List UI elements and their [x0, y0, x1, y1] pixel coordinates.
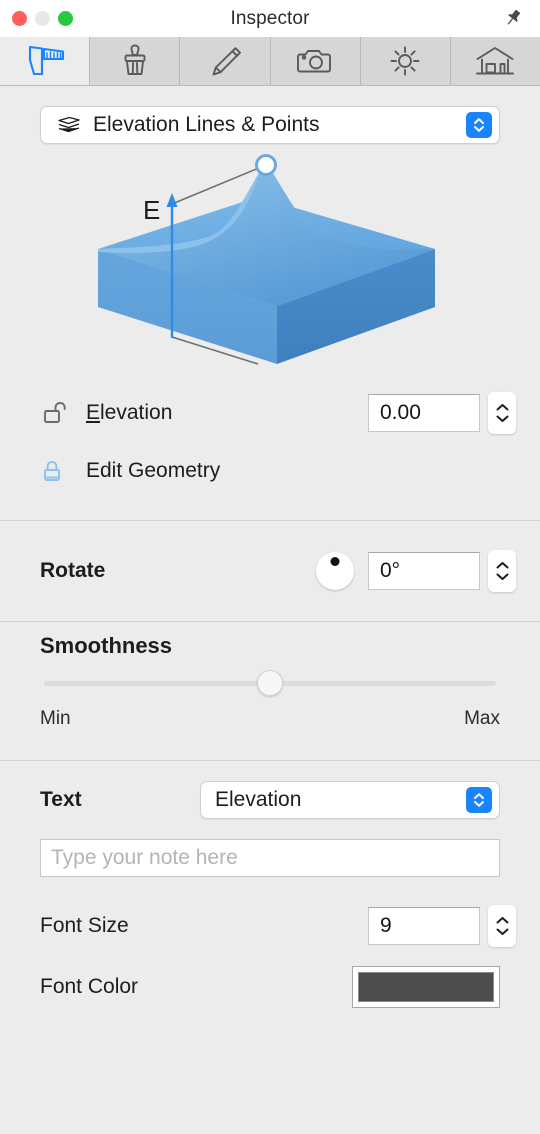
- pushpin-icon: [507, 9, 521, 25]
- rotate-knob[interactable]: [316, 552, 354, 590]
- chevron-down-icon: [496, 928, 508, 935]
- smoothness-slider-track: [44, 670, 496, 696]
- pin-button[interactable]: [500, 5, 526, 31]
- layer-popup-button[interactable]: Elevation Lines & Points: [40, 106, 500, 144]
- font-size-row: Font Size 9: [0, 895, 540, 957]
- chevron-up-icon: [496, 404, 508, 411]
- smoothness-slider[interactable]: [0, 670, 540, 696]
- edit-geometry-row[interactable]: Edit Geometry: [0, 442, 540, 500]
- font-color-label: Font Color: [40, 975, 139, 998]
- locked-padlock-icon: [40, 456, 86, 486]
- chevron-up-icon: [496, 562, 508, 569]
- tab-pencil[interactable]: [180, 37, 271, 85]
- font-size-label: Font Size: [40, 914, 129, 937]
- caliper-icon: [28, 45, 64, 76]
- font-size-field-group: 9: [368, 905, 516, 947]
- font-color-well[interactable]: [352, 966, 500, 1008]
- layer-popup-value: Elevation Lines & Points: [93, 113, 320, 136]
- chevron-down-icon: [496, 573, 508, 580]
- rotate-input[interactable]: 0°: [368, 552, 480, 590]
- smoothness-title-row: Smoothness: [0, 622, 540, 670]
- font-size-input[interactable]: 9: [368, 907, 480, 945]
- tab-caliper[interactable]: [0, 37, 91, 85]
- inspector-panel: Elevation Lines & Points E Elevation 0.0…: [0, 86, 540, 1134]
- chevron-up-icon: [496, 917, 508, 924]
- elevation-arrow-label: E: [143, 195, 160, 225]
- tabbar: [0, 37, 540, 86]
- tab-camera[interactable]: [270, 37, 361, 85]
- unlocked-padlock-icon[interactable]: [40, 398, 86, 428]
- chevron-updown-icon: [466, 112, 492, 138]
- elevation-stepper[interactable]: [488, 392, 516, 434]
- text-row: Text Elevation: [0, 761, 540, 839]
- tab-sun[interactable]: [360, 37, 451, 85]
- terrain-svg: E: [98, 154, 435, 365]
- smoothness-range-labels: Min Max: [0, 708, 540, 730]
- layers-icon: [58, 116, 80, 133]
- tab-brush[interactable]: [90, 37, 181, 85]
- text-popup-value: Elevation: [215, 788, 302, 811]
- smoothness-min-label: Min: [40, 708, 71, 729]
- elevation-row: Elevation 0.00: [0, 384, 540, 442]
- rotate-label: Rotate: [40, 559, 106, 582]
- sun-icon: [390, 46, 420, 76]
- window-title: Inspector: [230, 7, 310, 29]
- elevation-label: Elevation: [86, 401, 368, 425]
- titlebar: Inspector: [0, 0, 540, 37]
- font-size-stepper[interactable]: [488, 905, 516, 947]
- note-placeholder: Type your note here: [51, 846, 238, 869]
- elevation-field-group: 0.00: [368, 392, 516, 434]
- elevation-label-rest: levation: [100, 401, 173, 424]
- edit-geometry-label: Edit Geometry: [86, 459, 221, 482]
- smoothness-slider-thumb[interactable]: [257, 670, 283, 696]
- smoothness-max-label: Max: [464, 708, 500, 729]
- pencil-icon: [212, 47, 241, 76]
- terrain-elevation-diagram: E: [0, 144, 540, 384]
- house-icon: [476, 47, 515, 75]
- note-input[interactable]: Type your note here: [40, 839, 500, 877]
- rotate-field-group: 0°: [368, 550, 516, 592]
- text-popup-button[interactable]: Elevation: [200, 781, 500, 819]
- elevation-input[interactable]: 0.00: [368, 394, 480, 432]
- camera-icon: [297, 50, 332, 73]
- font-color-swatch: [358, 972, 494, 1002]
- tab-house[interactable]: [450, 37, 540, 85]
- inspector-window: Inspector Elevation Lines & Points E Ele…: [0, 0, 540, 1134]
- smoothness-title: Smoothness: [40, 633, 173, 658]
- elevation-label-mnemonic: E: [86, 401, 101, 424]
- font-color-row: Font Color: [0, 957, 540, 1017]
- brush-icon: [124, 44, 146, 75]
- rotate-stepper[interactable]: [488, 550, 516, 592]
- chevron-updown-icon: [466, 787, 492, 813]
- text-label: Text: [40, 788, 82, 811]
- chevron-down-icon: [496, 415, 508, 422]
- rotate-row: Rotate 0°: [0, 521, 540, 621]
